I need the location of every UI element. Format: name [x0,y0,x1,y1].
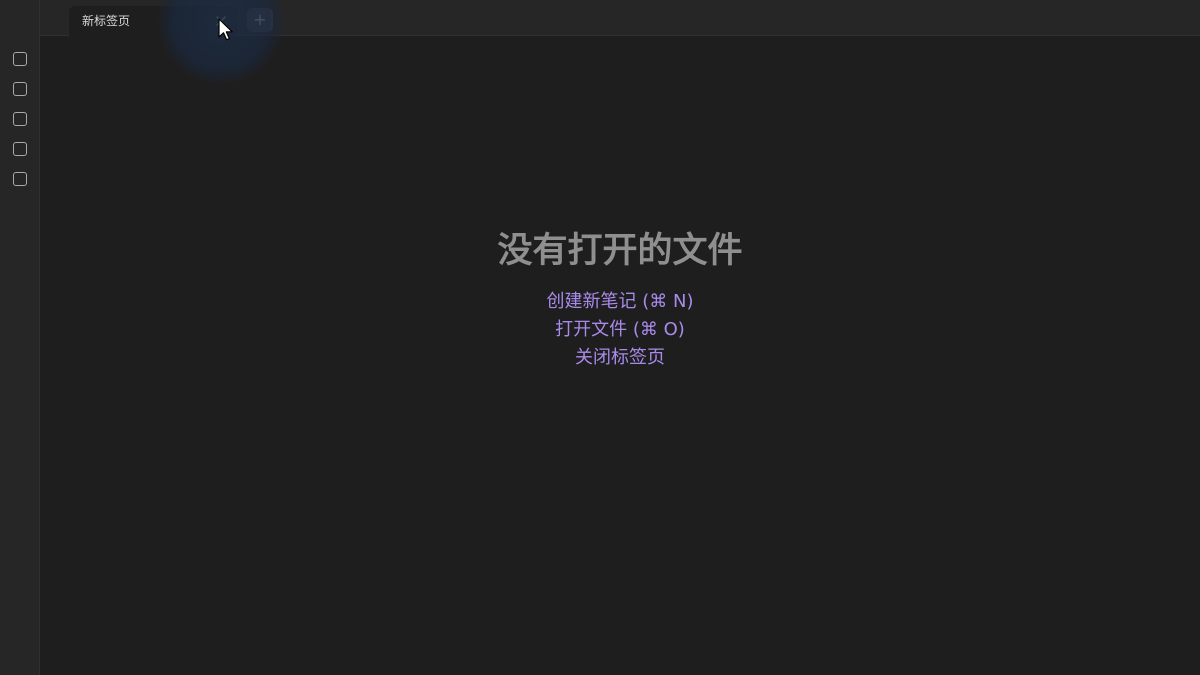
ribbon-square-icon[interactable] [13,112,27,126]
left-ribbon [0,0,40,675]
close-icon[interactable] [213,13,229,29]
ribbon-square-icon[interactable] [13,172,27,186]
close-tab-link[interactable]: 关闭标签页 [575,344,665,372]
open-file-link[interactable]: 打开文件 (⌘ O) [555,316,685,344]
empty-state: 没有打开的文件 创建新笔记 (⌘ N) 打开文件 (⌘ O) 关闭标签页 [40,228,1200,372]
empty-state-title: 没有打开的文件 [497,231,743,271]
new-tab-button[interactable]: + [247,8,273,32]
plus-icon: + [253,10,267,29]
tab-title: 新标签页 [82,14,131,28]
ribbon-square-icon[interactable] [13,82,27,96]
ribbon-square-icon[interactable] [13,52,27,66]
create-new-note-link[interactable]: 创建新笔记 (⌘ N) [547,288,694,316]
tab-new-tab[interactable]: 新标签页 [69,6,237,36]
app-window: 新标签页 + 没有打开的文件 创建新笔记 (⌘ N) 打开文件 (⌘ O) 关闭… [0,0,1200,675]
ribbon-square-icon[interactable] [13,142,27,156]
tab-header: 新标签页 + [40,0,1200,36]
